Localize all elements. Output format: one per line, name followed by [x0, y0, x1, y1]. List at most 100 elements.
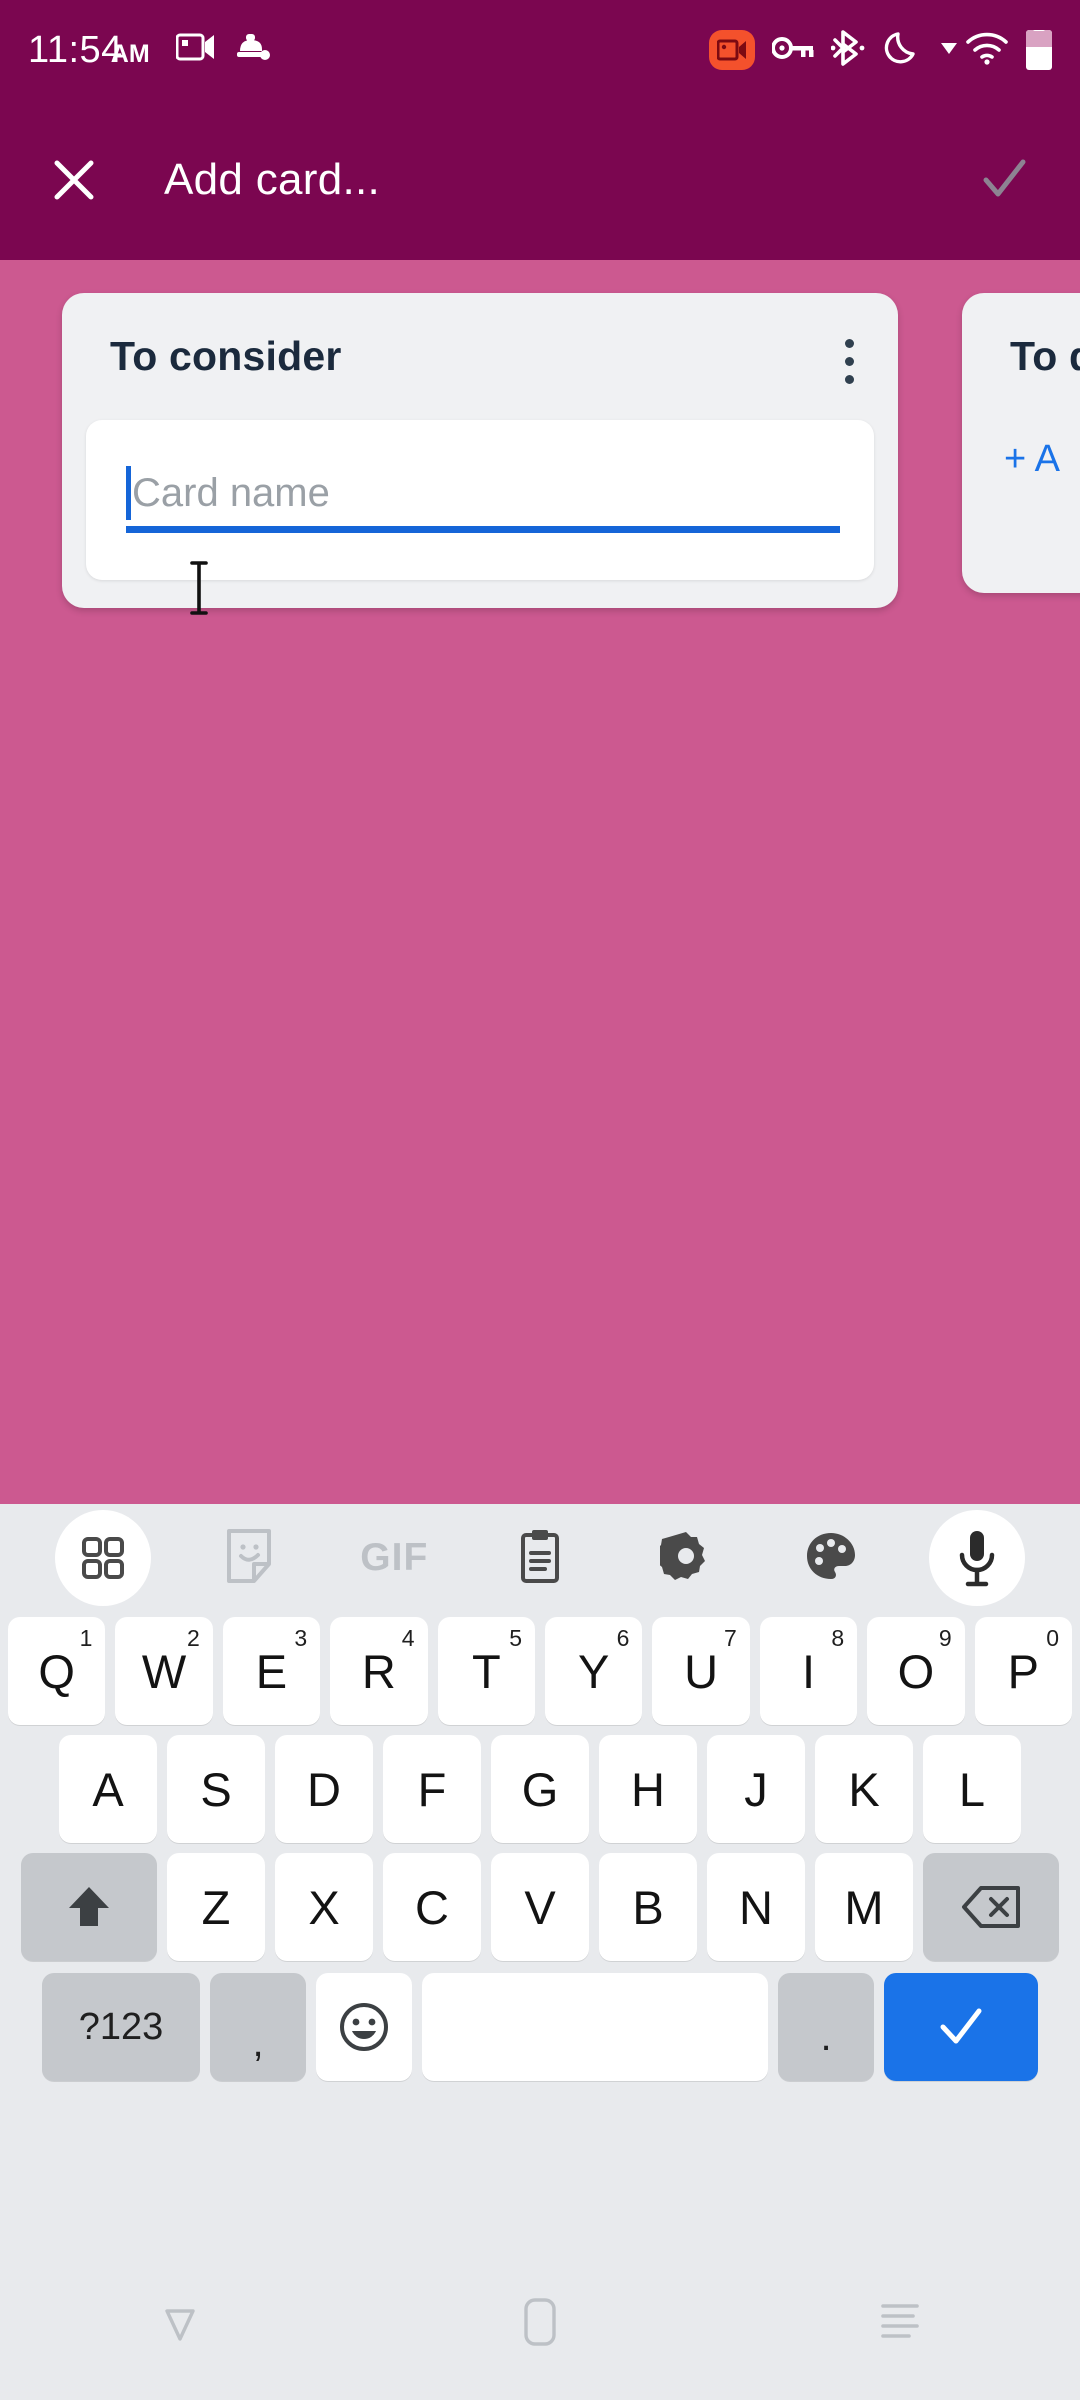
key-label: ?123	[78, 2005, 164, 2048]
key-h[interactable]: H	[599, 1735, 697, 1843]
keyboard-tool-apps[interactable]	[30, 1504, 176, 1612]
board-area[interactable]: To consider Card name To + A	[0, 260, 1080, 1504]
space-key[interactable]	[422, 1973, 768, 2081]
card-name-field-line: Card name	[126, 464, 840, 522]
microphone-icon[interactable]	[929, 1510, 1026, 1606]
key-label: M	[844, 1880, 884, 1934]
close-icon	[54, 160, 94, 200]
apps-grid-icon[interactable]	[54, 1510, 151, 1606]
on-screen-keyboard[interactable]: G I F 1 Q 2 W 3 E 4 R 5 T 6 Y 7 U 8 I 9 O …	[0, 1504, 1080, 2244]
key-num: 3	[294, 1625, 308, 1651]
key-k[interactable]: K	[815, 1735, 913, 1843]
key-label: G	[521, 1762, 559, 1816]
nav-home-button[interactable]	[360, 2297, 720, 2347]
battery-icon	[1026, 30, 1052, 70]
key-b[interactable]: B	[599, 1853, 697, 1961]
card-name-field[interactable]: Card name	[126, 464, 840, 533]
key-label: P	[1007, 1644, 1039, 1698]
key-v[interactable]: V	[491, 1853, 589, 1961]
settings-gear-icon[interactable]	[655, 1530, 712, 1587]
column-header: To consider	[62, 293, 898, 384]
key-label: I	[801, 1644, 816, 1698]
key-o[interactable]: 9 O	[867, 1617, 965, 1725]
nav-back-button[interactable]	[0, 2299, 360, 2345]
key-f[interactable]: F	[383, 1735, 481, 1843]
comma-key[interactable]: ,	[210, 1973, 306, 2081]
key-z[interactable]: Z	[167, 1853, 265, 1961]
keyboard-row-1: 1 Q 2 W 3 E 4 R 5 T 6 Y 7 U 8 I 9 O 0 P	[0, 1612, 1080, 1730]
nav-recents-button[interactable]	[720, 2300, 1080, 2344]
key-c[interactable]: C	[383, 1853, 481, 1961]
keyboard-tool-sticker[interactable]	[176, 1504, 322, 1612]
kebab-dot	[845, 339, 854, 348]
keyboard-tool-settings[interactable]	[613, 1504, 759, 1612]
key-x[interactable]: X	[275, 1853, 373, 1961]
shift-key[interactable]	[21, 1853, 157, 1961]
key-num: 6	[616, 1625, 630, 1651]
bluetooth-icon	[830, 29, 865, 71]
do-not-disturb-moon-icon	[882, 28, 922, 73]
keyboard-tool-gif[interactable]: GIF	[321, 1504, 467, 1612]
backspace-icon	[962, 1886, 1020, 1928]
key-q[interactable]: 1 Q	[7, 1617, 106, 1725]
key-i[interactable]: 8 I	[759, 1617, 858, 1725]
key-l[interactable]: L	[923, 1735, 1021, 1843]
key-m[interactable]: M	[815, 1853, 913, 1961]
emoji-icon	[340, 2003, 388, 2051]
keyboard-tool-voice[interactable]	[904, 1504, 1050, 1612]
android-nav-bar	[0, 2244, 1080, 2400]
key-num: 5	[509, 1625, 522, 1651]
signal-dropdown-icon	[939, 40, 959, 61]
key-label: Q	[38, 1644, 75, 1698]
key-a[interactable]: A	[59, 1735, 157, 1843]
status-bar-left: 11:54 AM	[28, 31, 709, 69]
key-r[interactable]: 4 R	[330, 1617, 428, 1725]
key-label: K	[848, 1762, 880, 1816]
key-s[interactable]: S	[167, 1735, 265, 1843]
keyboard-tool-theme[interactable]	[759, 1504, 905, 1612]
key-y[interactable]: 6 Y	[545, 1617, 643, 1725]
key-n[interactable]: N	[707, 1853, 805, 1961]
key-num: 9	[938, 1625, 952, 1651]
shift-icon	[69, 1887, 109, 1926]
key-j[interactable]: J	[707, 1735, 805, 1843]
backspace-key[interactable]	[923, 1853, 1059, 1961]
back-icon	[165, 2309, 195, 2341]
keyboard-tool-clipboard[interactable]	[467, 1504, 613, 1612]
column-title: To consider	[110, 333, 342, 379]
key-w[interactable]: 2 W	[115, 1617, 213, 1725]
column-overflow-menu-button[interactable]	[845, 333, 864, 384]
key-u[interactable]: 7 U	[652, 1617, 750, 1725]
keyboard-toolbar: GIF	[0, 1504, 1080, 1612]
close-button[interactable]	[46, 152, 102, 208]
key-label: U	[684, 1644, 719, 1698]
add-card-button[interactable]: + A	[962, 380, 1080, 481]
new-card-input-container[interactable]: Card name	[86, 420, 874, 580]
key-num: 7	[724, 1625, 737, 1651]
key-label: T	[471, 1644, 501, 1698]
key-g[interactable]: G	[491, 1735, 589, 1843]
gif-icon[interactable]: GIF	[360, 1536, 428, 1580]
enter-key[interactable]	[884, 1973, 1038, 2081]
confirm-button[interactable]	[974, 150, 1034, 210]
key-p[interactable]: 0 P	[974, 1617, 1073, 1725]
key-d[interactable]: D	[275, 1735, 373, 1843]
kebab-dot	[845, 375, 854, 384]
theme-palette-icon[interactable]	[804, 1530, 858, 1587]
enter-check-icon	[940, 2008, 982, 2044]
key-label: Y	[578, 1644, 610, 1698]
key-t[interactable]: 5 T	[437, 1617, 535, 1725]
sticker-icon[interactable]	[224, 1528, 274, 1589]
emoji-key[interactable]	[316, 1973, 412, 2081]
key-label: .	[820, 2014, 832, 2059]
board-column-to-consider[interactable]: To consider Card name	[62, 293, 898, 608]
period-key[interactable]: .	[778, 1973, 874, 2081]
clipboard-icon[interactable]	[518, 1528, 562, 1589]
key-label: A	[92, 1762, 124, 1816]
check-icon	[983, 159, 1026, 197]
board-column-next[interactable]: To d + A	[962, 293, 1080, 593]
symbols-key[interactable]: ?123	[42, 1973, 200, 2081]
phone-screen: 11:54 AM Add card... To consider Card na…	[0, 0, 1080, 2400]
status-clock-ampm: AM	[110, 40, 150, 68]
key-e[interactable]: 3 E	[222, 1617, 321, 1725]
